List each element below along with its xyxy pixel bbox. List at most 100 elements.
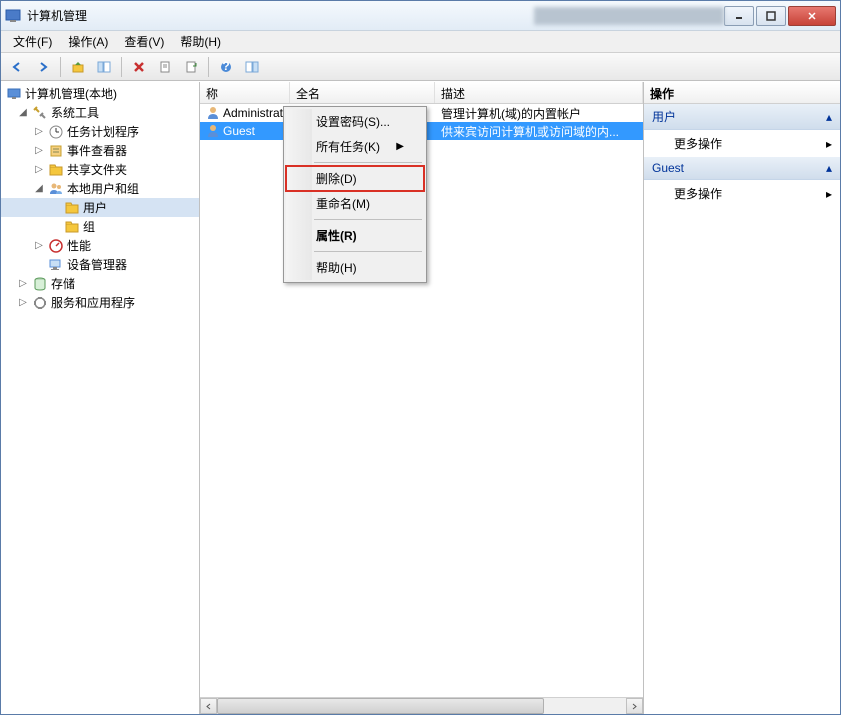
properties-button[interactable] xyxy=(153,56,177,78)
close-button[interactable] xyxy=(788,6,836,26)
tree-label: 事件查看器 xyxy=(67,142,127,159)
scroll-track[interactable] xyxy=(217,698,626,714)
expand-icon[interactable]: ▷ xyxy=(33,240,45,252)
context-all-tasks[interactable]: 所有任务(K)▶ xyxy=(286,134,424,159)
tree-services-apps[interactable]: ▷ 服务和应用程序 xyxy=(1,293,199,312)
tree-label: 本地用户和组 xyxy=(67,180,139,197)
toolbar-separator xyxy=(60,57,61,77)
tools-icon xyxy=(32,105,48,121)
folder-icon xyxy=(64,219,80,235)
collapse-icon[interactable]: ◢ xyxy=(33,183,45,195)
cell-name: Guest xyxy=(223,124,255,138)
device-icon xyxy=(48,257,64,273)
tree-root[interactable]: 计算机管理(本地) xyxy=(1,84,199,103)
tree-label: 任务计划程序 xyxy=(67,123,139,140)
tree-users[interactable]: 用户 xyxy=(1,198,199,217)
app-icon xyxy=(5,8,21,24)
user-icon xyxy=(206,106,220,120)
list-header: 称 全名 描述 xyxy=(200,82,643,104)
column-name[interactable]: 称 xyxy=(200,82,290,103)
tree-local-users-groups[interactable]: ◢ 本地用户和组 xyxy=(1,179,199,198)
user-icon xyxy=(206,124,220,138)
tree-task-scheduler[interactable]: ▷ 任务计划程序 xyxy=(1,122,199,141)
window-title: 计算机管理 xyxy=(27,7,494,24)
up-button[interactable] xyxy=(66,56,90,78)
context-separator xyxy=(314,219,422,220)
tree-event-viewer[interactable]: ▷ 事件查看器 xyxy=(1,141,199,160)
titlebar-blur-area xyxy=(534,7,724,25)
tree-label: 设备管理器 xyxy=(67,256,127,273)
expand-icon[interactable]: ▷ xyxy=(17,278,29,290)
tree-groups[interactable]: 组 xyxy=(1,217,199,236)
expand-icon[interactable]: ▷ xyxy=(17,297,29,309)
computer-icon xyxy=(6,86,22,102)
tree-performance[interactable]: ▷ 性能 xyxy=(1,236,199,255)
storage-icon xyxy=(32,276,48,292)
tree-label: 系统工具 xyxy=(51,104,99,121)
menu-file[interactable]: 文件(F) xyxy=(5,31,60,52)
tree-label: 性能 xyxy=(67,237,91,254)
context-set-password[interactable]: 设置密码(S)... xyxy=(286,109,424,134)
action-more-users[interactable]: 更多操作 ▸ xyxy=(644,130,840,157)
menu-view[interactable]: 查看(V) xyxy=(116,31,172,52)
tree-label: 计算机管理(本地) xyxy=(25,85,117,102)
menu-action[interactable]: 操作(A) xyxy=(60,31,116,52)
context-help[interactable]: 帮助(H) xyxy=(286,255,424,280)
help-button[interactable]: ? xyxy=(214,56,238,78)
action-pane-header: 操作 xyxy=(644,82,840,104)
back-button[interactable] xyxy=(5,56,29,78)
collapse-icon[interactable]: ◢ xyxy=(17,107,29,119)
tree-storage[interactable]: ▷ 存储 xyxy=(1,274,199,293)
export-button[interactable] xyxy=(179,56,203,78)
menubar: 文件(F) 操作(A) 查看(V) 帮助(H) xyxy=(1,31,840,53)
context-separator xyxy=(314,251,422,252)
tree-label: 用户 xyxy=(83,199,107,216)
menu-help[interactable]: 帮助(H) xyxy=(172,31,229,52)
action-pane: 操作 用户 ▴ 更多操作 ▸ Guest ▴ 更多操作 ▸ xyxy=(644,82,840,714)
expand-icon[interactable]: ▷ xyxy=(33,145,45,157)
action-more-guest[interactable]: 更多操作 ▸ xyxy=(644,180,840,207)
expand-icon[interactable]: ▷ xyxy=(33,126,45,138)
users-icon xyxy=(48,181,64,197)
app-window: 计算机管理 文件(F) 操作(A) 查看(V) 帮助(H) ? xyxy=(0,0,841,715)
forward-button[interactable] xyxy=(31,56,55,78)
submenu-arrow-icon: ▸ xyxy=(826,187,832,201)
column-description[interactable]: 描述 xyxy=(435,82,643,103)
action-group-users[interactable]: 用户 ▴ xyxy=(644,104,840,130)
tree-label: 服务和应用程序 xyxy=(51,294,135,311)
main-area: 计算机管理(本地) ◢ 系统工具 ▷ 任务计划程序 ▷ 事件查看器 ▷ 共享文件… xyxy=(1,81,840,714)
context-properties[interactable]: 属性(R) xyxy=(286,223,424,248)
expand-icon[interactable]: ▷ xyxy=(33,164,45,176)
scroll-left-button[interactable] xyxy=(200,698,217,714)
tree-device-manager[interactable]: 设备管理器 xyxy=(1,255,199,274)
show-hide-action-button[interactable] xyxy=(240,56,264,78)
minimize-button[interactable] xyxy=(724,6,754,26)
horizontal-scrollbar[interactable] xyxy=(200,697,643,714)
collapse-chevron-icon: ▴ xyxy=(826,110,832,124)
tree-pane[interactable]: 计算机管理(本地) ◢ 系统工具 ▷ 任务计划程序 ▷ 事件查看器 ▷ 共享文件… xyxy=(1,82,200,714)
tree-shared-folders[interactable]: ▷ 共享文件夹 xyxy=(1,160,199,179)
titlebar[interactable]: 计算机管理 xyxy=(1,1,840,31)
context-separator xyxy=(314,162,422,163)
scroll-thumb[interactable] xyxy=(217,698,544,714)
delete-button[interactable] xyxy=(127,56,151,78)
scroll-right-button[interactable] xyxy=(626,698,643,714)
shared-folder-icon xyxy=(48,162,64,178)
column-fullname[interactable]: 全名 xyxy=(290,82,435,103)
action-group-guest[interactable]: Guest ▴ xyxy=(644,157,840,180)
svg-text:?: ? xyxy=(222,60,229,73)
collapse-chevron-icon: ▴ xyxy=(826,161,832,175)
event-icon xyxy=(48,143,64,159)
cell-description: 供来宾访问计算机或访问域的内... xyxy=(435,122,643,141)
context-delete[interactable]: 删除(D) xyxy=(286,166,424,191)
toolbar: ? xyxy=(1,53,840,81)
tree-system-tools[interactable]: ◢ 系统工具 xyxy=(1,103,199,122)
submenu-arrow-icon: ▸ xyxy=(826,137,832,151)
maximize-button[interactable] xyxy=(756,6,786,26)
submenu-arrow-icon: ▶ xyxy=(396,141,404,152)
cell-description: 管理计算机(域)的内置帐户 xyxy=(435,104,643,123)
folder-icon xyxy=(64,200,80,216)
tree-label: 共享文件夹 xyxy=(67,161,127,178)
show-hide-tree-button[interactable] xyxy=(92,56,116,78)
context-rename[interactable]: 重命名(M) xyxy=(286,191,424,216)
